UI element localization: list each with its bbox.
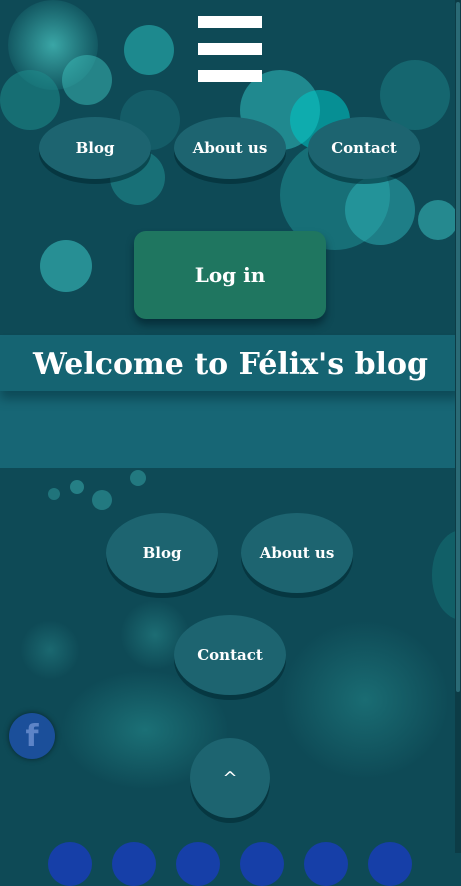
scroll-to-top-button[interactable]: ^ (190, 738, 270, 818)
nav-blog-button[interactable]: Blog (39, 117, 151, 179)
hamburger-bar (198, 16, 262, 28)
footer-blog-button[interactable]: Blog (106, 513, 218, 593)
facebook-icon[interactable]: f (9, 713, 55, 759)
social-icon[interactable] (304, 842, 348, 886)
hamburger-bar (198, 70, 262, 82)
nav-contact-button[interactable]: Contact (308, 117, 420, 179)
page-title: Welcome to Félix's blog (0, 337, 461, 391)
login-button[interactable]: Log in (134, 231, 326, 319)
scrollbar-thumb[interactable] (456, 2, 460, 692)
social-icon[interactable] (368, 842, 412, 886)
footer-about-button[interactable]: About us (241, 513, 353, 593)
social-icon[interactable] (48, 842, 92, 886)
facebook-glyph: f (25, 718, 39, 754)
hamburger-bar (198, 43, 262, 55)
footer-contact-button[interactable]: Contact (174, 615, 286, 695)
social-icon[interactable] (176, 842, 220, 886)
social-icon[interactable] (240, 842, 284, 886)
nav-about-button[interactable]: About us (174, 117, 286, 179)
hamburger-menu-icon[interactable] (198, 16, 262, 82)
social-icon[interactable] (112, 842, 156, 886)
scrollbar[interactable] (455, 0, 461, 853)
